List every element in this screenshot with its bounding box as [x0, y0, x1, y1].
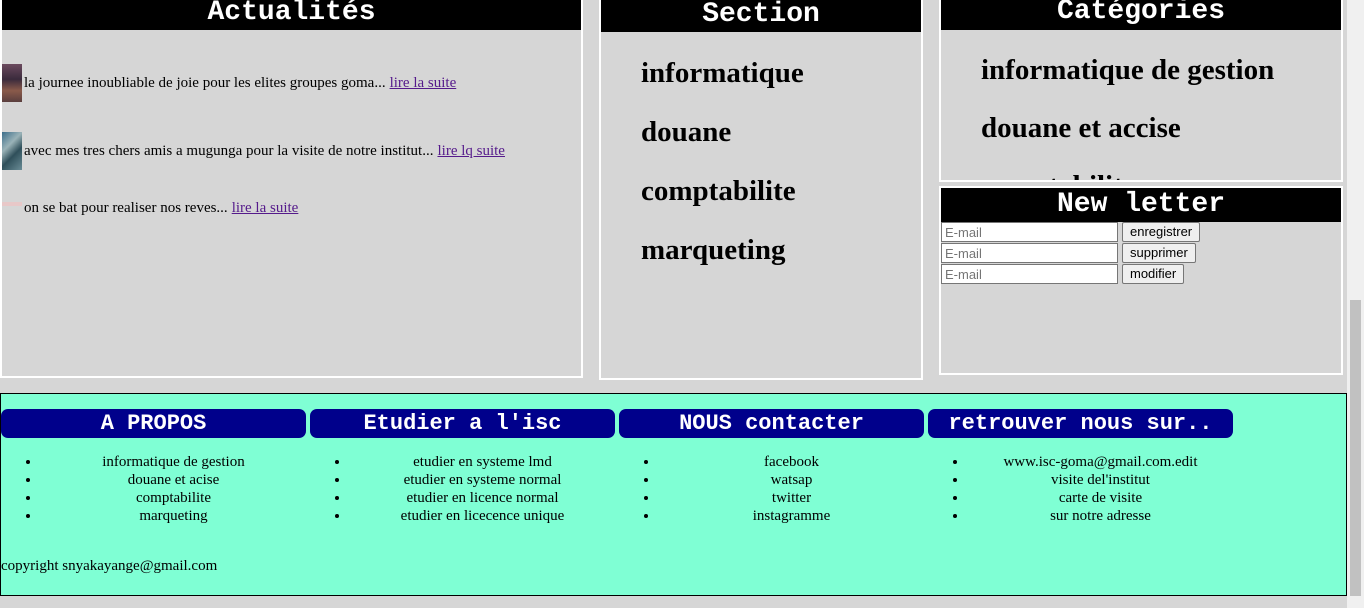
footer-link[interactable]: douane et acise	[41, 471, 306, 489]
footer-link[interactable]: comptabilite	[41, 489, 306, 507]
section-item[interactable]: comptabilite	[641, 162, 804, 221]
read-more-link[interactable]: lire la suite	[390, 75, 457, 92]
newsletter-row: modifier	[941, 264, 1185, 284]
footer-link[interactable]: sur notre adresse	[968, 507, 1233, 525]
footer-heading: Etudier a l'isc	[310, 409, 615, 438]
section-title: Section	[601, 0, 921, 32]
footer-column-contact: NOUS contacter facebook watsap twitter i…	[619, 409, 924, 525]
footer-link[interactable]: www.isc-goma@gmail.com.edit	[968, 453, 1233, 471]
section-list: informatique douane comptabilite marquet…	[641, 44, 804, 280]
footer: A PROPOS informatique de gestion douane …	[0, 393, 1347, 596]
modify-button[interactable]: modifier	[1122, 264, 1185, 284]
footer-heading: A PROPOS	[1, 409, 306, 438]
news-text: la journee inoubliable de joie pour les …	[24, 74, 386, 91]
categories-list: informatique de gestion douane et accise…	[981, 41, 1274, 180]
footer-heading: retrouver nous sur..	[928, 409, 1233, 438]
footer-link[interactable]: etudier en systeme normal	[350, 471, 615, 489]
news-item: avec mes tres chers amis a mugunga pour …	[2, 132, 505, 170]
actualites-title: Actualités	[2, 0, 581, 30]
footer-link[interactable]: etudier en systeme lmd	[350, 453, 615, 471]
section-panel: Section informatique douane comptabilite…	[599, 0, 923, 380]
newsletter-row: enregistrer	[941, 222, 1201, 242]
footer-column-about: A PROPOS informatique de gestion douane …	[1, 409, 306, 525]
email-input[interactable]	[941, 264, 1118, 284]
page-scrollbar[interactable]	[1347, 0, 1364, 608]
category-item[interactable]: douane et accise	[981, 99, 1274, 157]
section-item[interactable]: marqueting	[641, 221, 804, 280]
news-item: on se bat pour realiser nos reves... lir…	[2, 200, 298, 217]
footer-link[interactable]: visite del'institut	[968, 471, 1233, 489]
footer-column-study: Etudier a l'isc etudier en systeme lmd e…	[310, 409, 615, 525]
footer-link[interactable]: etudier en licecence unique	[350, 507, 615, 525]
footer-link[interactable]: etudier en licence normal	[350, 489, 615, 507]
delete-button[interactable]: supprimer	[1122, 243, 1196, 263]
category-item[interactable]: comptabilite	[981, 157, 1274, 180]
categories-title: Catégories	[941, 0, 1341, 30]
news-thumbnail	[2, 132, 22, 170]
section-item[interactable]: douane	[641, 103, 804, 162]
news-thumbnail	[2, 64, 22, 102]
footer-link[interactable]: watsap	[659, 471, 924, 489]
actualites-panel: Actualités la journee inoubliable de joi…	[0, 0, 583, 378]
newsletter-panel: New letter enregistrer supprimer modifie…	[939, 186, 1343, 375]
footer-link[interactable]: carte de visite	[968, 489, 1233, 507]
register-button[interactable]: enregistrer	[1122, 222, 1201, 242]
news-item: la journee inoubliable de joie pour les …	[2, 64, 456, 102]
copyright-text: copyright snyakayange@gmail.com	[1, 558, 218, 574]
newsletter-title: New letter	[941, 188, 1341, 222]
categories-panel: Catégories informatique de gestion douan…	[939, 0, 1343, 182]
email-input[interactable]	[941, 222, 1118, 242]
footer-link[interactable]: informatique de gestion	[41, 453, 306, 471]
footer-link[interactable]: marqueting	[41, 507, 306, 525]
read-more-link[interactable]: lire lq suite	[437, 143, 505, 160]
news-text: avec mes tres chers amis a mugunga pour …	[24, 142, 434, 159]
footer-column-find-us: retrouver nous sur.. www.isc-goma@gmail.…	[928, 409, 1233, 525]
read-more-link[interactable]: lire la suite	[232, 200, 299, 217]
email-input[interactable]	[941, 243, 1118, 263]
footer-link[interactable]: instagramme	[659, 507, 924, 525]
section-item[interactable]: informatique	[641, 44, 804, 103]
news-thumbnail	[2, 202, 22, 206]
footer-link[interactable]: facebook	[659, 453, 924, 471]
scrollbar-thumb[interactable]	[1350, 300, 1361, 596]
category-item[interactable]: informatique de gestion	[981, 41, 1274, 99]
news-text: on se bat pour realiser nos reves...	[24, 200, 228, 216]
footer-link[interactable]: twitter	[659, 489, 924, 507]
footer-heading: NOUS contacter	[619, 409, 924, 438]
newsletter-row: supprimer	[941, 243, 1196, 263]
